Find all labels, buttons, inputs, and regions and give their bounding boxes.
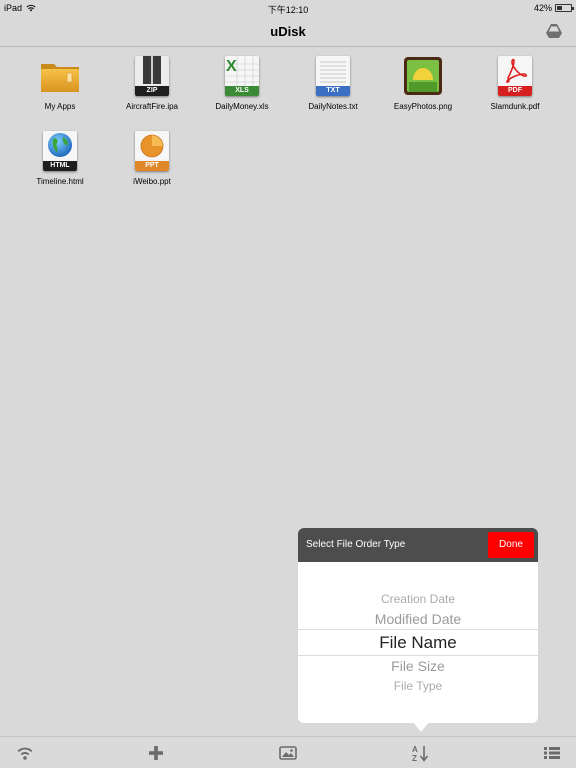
file-item-dailymoney[interactable]: X XLS DailyMoney.xls	[197, 56, 287, 112]
file-item-dailynotes[interactable]: TXT DailyNotes.txt	[288, 56, 378, 112]
file-item-easyphotos[interactable]: EasyPhotos.png	[378, 56, 468, 112]
file-type-tag: XLS	[225, 86, 259, 96]
file-name: AircraftFire.ipa	[125, 102, 178, 111]
file-item-my-apps[interactable]: My Apps	[15, 56, 105, 112]
xls-icon: X XLS	[222, 56, 262, 96]
svg-text:X: X	[226, 58, 237, 75]
html-icon: HTML	[40, 131, 80, 171]
file-type-tag: PPT	[135, 161, 169, 171]
file-item-slamdunk[interactable]: PDF Slamdunk.pdf	[470, 56, 560, 112]
bottom-toolbar: A Z	[0, 736, 576, 768]
file-type-tag: TXT	[316, 86, 350, 96]
list-icon[interactable]	[542, 743, 562, 763]
file-name: EasyPhotos.png	[393, 102, 453, 111]
file-name: DailyNotes.txt	[308, 102, 358, 111]
txt-icon: TXT	[313, 56, 353, 96]
picker-selection-top-line	[298, 629, 538, 630]
done-button[interactable]: Done	[488, 532, 534, 558]
svg-text:Z: Z	[412, 754, 417, 763]
file-name: Slamdunk.pdf	[490, 102, 540, 111]
zip-icon: ZIP	[132, 56, 172, 96]
picker-option-modified-date[interactable]: Modified Date	[298, 611, 538, 627]
nav-bar: uDisk	[0, 16, 576, 47]
status-right: 42%	[533, 3, 574, 13]
status-bar: iPad 下午12:10 42%	[0, 0, 576, 16]
file-item-timeline[interactable]: HTML Timeline.html	[15, 131, 105, 187]
picker-option-file-name[interactable]: File Name	[298, 633, 538, 653]
picker-option-creation-date[interactable]: Creation Date	[298, 592, 538, 606]
svg-text:A: A	[412, 745, 418, 754]
file-name: Timeline.html	[36, 177, 84, 186]
sort-order-picker[interactable]: Creation Date Modified Date File Name Fi…	[298, 562, 538, 723]
pdf-icon: PDF	[495, 56, 535, 96]
battery-icon	[555, 4, 574, 12]
photo-icon[interactable]	[278, 743, 298, 763]
popover-arrow	[413, 722, 429, 732]
sort-order-popover: Select File Order Type Done Creation Dat…	[298, 528, 538, 723]
status-time: 下午12:10	[267, 5, 309, 15]
ppt-icon: PPT	[132, 131, 172, 171]
file-name: My Apps	[44, 102, 76, 111]
wifi-icon[interactable]	[15, 743, 35, 763]
page-title: uDisk	[270, 24, 306, 39]
file-type-tag: ZIP	[135, 86, 169, 96]
drive-icon[interactable]	[546, 24, 562, 38]
file-item-aircraftfire[interactable]: ZIP AircraftFire.ipa	[107, 56, 197, 112]
picker-selection-bottom-line	[298, 655, 538, 656]
popover-title: Select File Order Type	[306, 539, 406, 550]
file-name: iWeibo.ppt	[133, 177, 171, 186]
image-icon	[403, 56, 443, 96]
picker-option-file-type[interactable]: File Type	[298, 679, 538, 693]
folder-icon	[40, 56, 80, 96]
battery-percent: 42%	[533, 3, 552, 13]
file-item-iweibo[interactable]: PPT iWeibo.ppt	[107, 131, 197, 187]
add-icon[interactable]	[146, 743, 166, 763]
popover-header: Select File Order Type Done	[298, 528, 538, 562]
file-name: DailyMoney.xls	[215, 102, 269, 111]
sort-az-icon[interactable]: A Z	[410, 743, 430, 763]
file-type-tag: PDF	[498, 86, 532, 96]
file-type-tag: HTML	[43, 161, 77, 171]
picker-option-file-size[interactable]: File Size	[298, 658, 538, 674]
